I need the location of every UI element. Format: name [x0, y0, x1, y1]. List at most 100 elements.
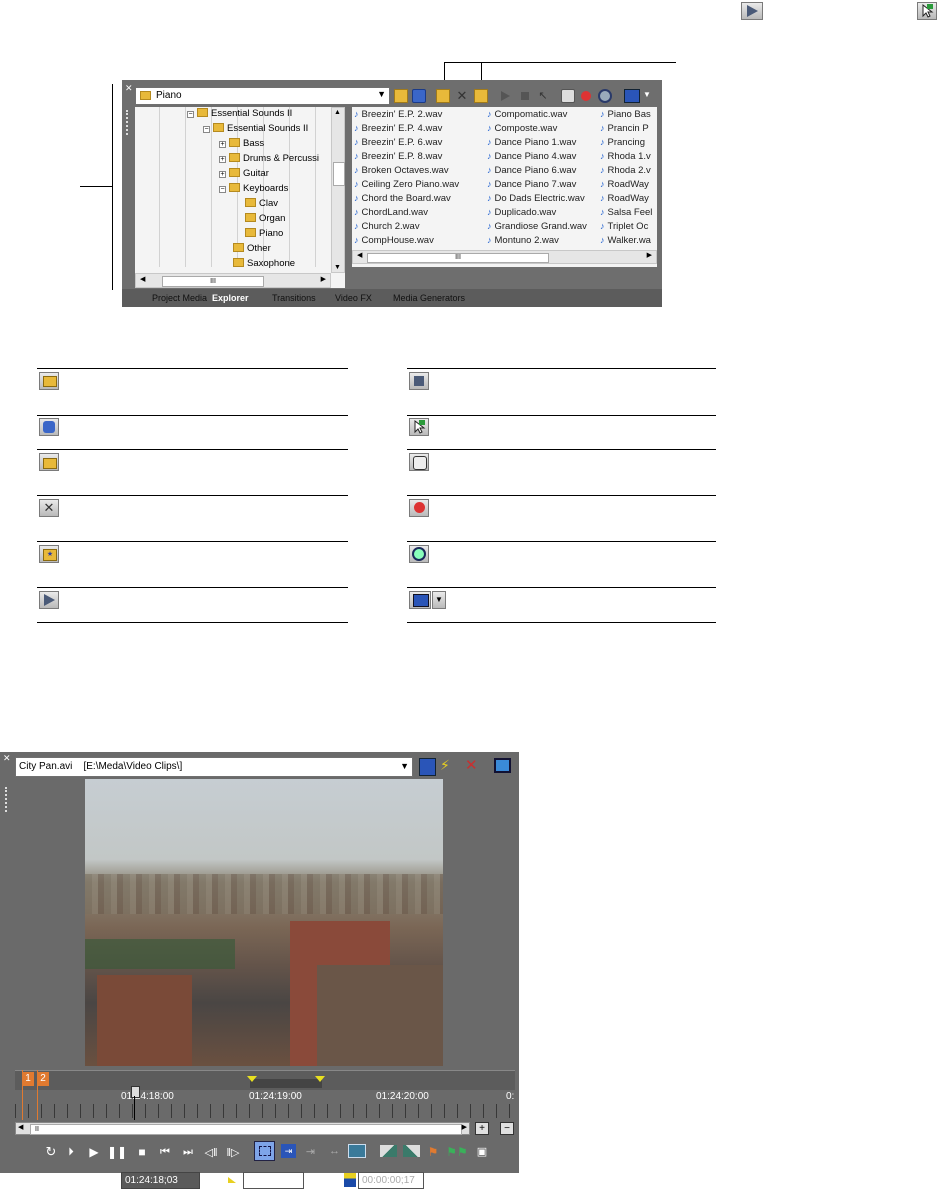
file-item[interactable]: ♪ ChordLand.wav — [354, 205, 482, 219]
file-item[interactable]: ♪ Dance Piano 7.wav — [487, 177, 599, 191]
file-item[interactable]: ♪ RoadWay — [600, 177, 657, 191]
selection-start-field[interactable] — [243, 1172, 304, 1189]
tree-item[interactable]: − Essential Sounds II — [203, 122, 308, 136]
selection-region[interactable] — [247, 1076, 325, 1088]
file-item[interactable]: ♪ Compomatic.wav — [487, 107, 599, 121]
selection-length-field[interactable]: 00:00:00;17 — [358, 1172, 424, 1189]
file-item[interactable]: ♪ Duplicado.wav — [487, 205, 599, 219]
folder-combo[interactable]: Piano ▼ — [135, 87, 390, 105]
grip-handle[interactable] — [5, 787, 10, 812]
media-combo[interactable]: City Pan.avi [E:\Meda\Video Clips\] ▼ — [15, 757, 413, 777]
tree-item[interactable]: Organ — [245, 212, 285, 226]
clear-icon[interactable]: ✕ — [465, 756, 478, 774]
expand-icon[interactable]: + — [219, 141, 226, 148]
overwrite-button[interactable]: ⇥ — [303, 1144, 318, 1158]
fade-out-button[interactable] — [403, 1145, 420, 1157]
file-item[interactable]: ♪ Composte.wav — [487, 121, 599, 135]
file-item[interactable]: ♪ Rhoda 1.v — [600, 149, 657, 163]
expand-icon[interactable]: + — [219, 156, 226, 163]
tree-item[interactable]: − Essential Sounds II — [187, 107, 292, 121]
add-to-timeline-button[interactable]: ⇥ — [281, 1144, 296, 1158]
file-item[interactable]: ♪ Dance Piano 4.wav — [487, 149, 599, 163]
file-item[interactable]: ♪ Rhoda 2.v — [600, 163, 657, 177]
stop-icon[interactable] — [518, 89, 532, 103]
tree-item[interactable]: − Keyboards — [219, 182, 288, 196]
save-frame-button[interactable]: ▣ — [474, 1143, 490, 1159]
insert-button[interactable] — [348, 1144, 366, 1158]
tree-item[interactable]: Piano — [245, 227, 283, 241]
next-frame-button[interactable]: ‖▷ — [225, 1144, 241, 1160]
file-item[interactable]: ♪ Breezin' E.P. 8.wav — [354, 149, 482, 163]
loop-button[interactable]: ↻ — [44, 1144, 58, 1160]
collapse-icon[interactable]: − — [219, 186, 226, 193]
chevron-down-icon[interactable]: ▼ — [643, 90, 651, 99]
play-icon[interactable] — [499, 89, 513, 103]
tree-item[interactable]: + Drums & Percussi — [219, 152, 319, 166]
file-item[interactable]: ♪ Walker.wa — [600, 233, 657, 247]
grip-handle[interactable] — [126, 110, 131, 135]
tab-media-generators[interactable]: Media Generators — [393, 291, 465, 305]
collapse-icon[interactable]: − — [203, 126, 210, 133]
tab-transitions[interactable]: Transitions — [272, 291, 316, 305]
selection-mode-button[interactable] — [254, 1141, 275, 1161]
tab-explorer[interactable]: Explorer — [212, 291, 249, 305]
zoom-out-button[interactable]: − — [500, 1122, 514, 1135]
play-from-start-button[interactable]: ⏵ — [64, 1144, 78, 1160]
delete-icon[interactable]: ✕ — [455, 89, 469, 103]
chevron-down-icon[interactable]: ▼ — [400, 761, 409, 771]
file-item[interactable]: ♪ Chord the Board.wav — [354, 191, 482, 205]
tree-horizontal-scrollbar[interactable]: ◀ III ▶ — [135, 273, 331, 288]
fit-button[interactable]: ↔ — [327, 1144, 342, 1158]
tree-vertical-scrollbar[interactable]: ▲ ▼ — [331, 107, 345, 273]
file-item[interactable]: ♪ Dance Piano 6.wav — [487, 163, 599, 177]
auto-preview-icon[interactable]: ↖ — [536, 89, 550, 103]
tree-item[interactable]: Other — [233, 242, 271, 256]
go-to-start-button[interactable]: ⏮ — [158, 1144, 172, 1160]
file-item[interactable]: ♪ Triplet Oc — [600, 219, 657, 233]
cursor-position-field[interactable]: 01:24:18;03 — [121, 1172, 200, 1189]
play-button[interactable]: ▶ — [87, 1144, 101, 1160]
marker-1[interactable]: 1 — [22, 1072, 34, 1086]
file-item[interactable]: ♪ Breezin' E.P. 4.wav — [354, 121, 482, 135]
tree-item[interactable]: Clav — [245, 197, 278, 211]
file-item[interactable]: ♪ Grandiose Grand.wav — [487, 219, 599, 233]
add-to-project-icon[interactable] — [419, 758, 436, 776]
timeline-scrollbar[interactable]: ◀ II ▶ — [15, 1122, 470, 1135]
file-item[interactable]: ♪ Breezin' E.P. 2.wav — [354, 107, 482, 121]
file-item[interactable]: ♪ Prancin P — [600, 121, 657, 135]
stop-button[interactable]: ■ — [135, 1144, 149, 1160]
collapse-icon[interactable]: − — [187, 111, 194, 118]
record-icon[interactable] — [579, 89, 593, 103]
file-item[interactable]: ♪ CompHouse.wav — [354, 233, 482, 247]
insert-marker-button[interactable]: ⚑ — [428, 1144, 439, 1159]
close-icon[interactable]: ✕ — [3, 753, 11, 764]
tab-video-fx[interactable]: Video FX — [335, 291, 372, 305]
pause-button[interactable]: ❚❚ — [107, 1144, 127, 1160]
file-item[interactable]: ♪ Piano Bas — [600, 107, 657, 121]
refresh-icon[interactable] — [412, 89, 426, 103]
file-item[interactable]: ♪ Broken Octaves.wav — [354, 163, 482, 177]
file-item[interactable]: ♪ Montuno 2.wav — [487, 233, 599, 247]
views-icon[interactable] — [624, 89, 640, 103]
lightning-icon[interactable]: ⚡ — [440, 757, 450, 774]
favorites-folder-icon[interactable] — [474, 89, 488, 103]
file-item[interactable]: ♪ Ceiling Zero Piano.wav — [354, 177, 482, 191]
chevron-down-icon[interactable]: ▼ — [377, 89, 386, 99]
up-folder-icon[interactable] — [394, 89, 408, 103]
file-item[interactable]: ♪ Church 2.wav — [354, 219, 482, 233]
search-media-icon[interactable] — [598, 89, 612, 103]
close-icon[interactable]: ✕ — [125, 83, 133, 94]
tab-project-media[interactable]: Project Media — [152, 291, 207, 305]
file-item[interactable]: ♪ Do Dads Electric.wav — [487, 191, 599, 205]
tree-item[interactable]: + Bass — [219, 137, 264, 151]
zoom-in-button[interactable]: + — [475, 1122, 489, 1135]
file-item[interactable]: ♪ Dance Piano 1.wav — [487, 135, 599, 149]
file-item[interactable]: ♪ Breezin' E.P. 6.wav — [354, 135, 482, 149]
go-to-end-button[interactable]: ⏭ — [181, 1144, 195, 1160]
marker-2[interactable]: 2 — [37, 1072, 49, 1086]
tree-item[interactable]: Saxophone — [233, 257, 295, 271]
file-item[interactable]: ♪ Salsa Feel — [600, 205, 657, 219]
insert-region-button[interactable]: ⚑⚑ — [446, 1144, 468, 1159]
file-item[interactable]: ♪ RoadWay — [600, 191, 657, 205]
get-media-icon[interactable] — [561, 89, 575, 103]
